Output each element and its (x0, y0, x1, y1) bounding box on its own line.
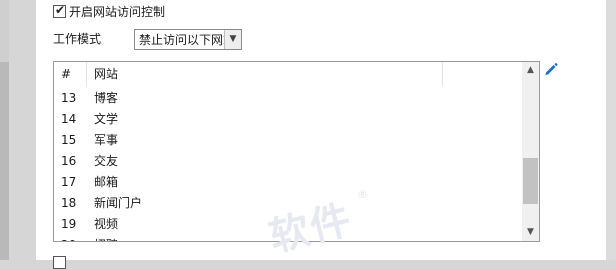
row-number: 16 (61, 154, 77, 168)
row-website: 交友 (94, 154, 119, 168)
arrow-down-icon[interactable]: ▼ (522, 224, 539, 241)
column-divider (86, 62, 87, 86)
arrow-up-icon[interactable]: ▲ (522, 62, 539, 79)
row-number: 13 (61, 91, 77, 105)
work-mode-label: 工作模式 (53, 32, 102, 46)
row-number: 17 (61, 175, 77, 189)
outer-scrollbar[interactable] (0, 0, 9, 260)
checkmark-icon: ✔ (55, 3, 66, 17)
column-header-number: # (61, 67, 72, 81)
column-divider (442, 62, 443, 86)
row-number: 20 (61, 237, 76, 241)
list-item[interactable]: 13 博客 (54, 88, 522, 109)
enable-access-control-label: 开启网站访问控制 (69, 5, 166, 19)
row-number: 15 (61, 133, 77, 147)
list-item[interactable]: 17 邮箱 (54, 172, 522, 193)
list-scrollbar[interactable]: ▲ ▼ (522, 62, 539, 241)
watermark-registered-mark: ® (357, 188, 368, 201)
row-website: 招聘 (94, 237, 118, 241)
window-edge (606, 0, 616, 260)
outer-scrollbar-thumb[interactable] (0, 62, 9, 260)
list-item[interactable]: 16 交友 (54, 151, 522, 172)
column-header-website: 网站 (94, 67, 119, 81)
row-website: 视频 (94, 217, 119, 231)
work-mode-selected-value: 禁止访问以下网站 (139, 33, 236, 47)
row-number: 14 (61, 112, 77, 126)
list-item[interactable]: 15 军事 (54, 130, 522, 151)
row-website: 博客 (94, 91, 119, 105)
list-scrollbar-thumb[interactable] (523, 158, 538, 204)
bottom-option-checkbox[interactable] (53, 256, 66, 269)
row-website: 新闻门户 (94, 196, 143, 210)
work-mode-select[interactable]: 禁止访问以下网站 ▼ (134, 29, 242, 50)
row-website: 军事 (94, 133, 119, 147)
chevron-down-icon[interactable]: ▼ (224, 30, 241, 49)
list-item[interactable]: 14 文学 (54, 109, 522, 130)
row-number: 18 (61, 196, 77, 210)
list-header: # 网站 (54, 62, 522, 86)
enable-access-control-checkbox[interactable]: ✔ (53, 3, 66, 18)
pencil-icon[interactable] (543, 61, 559, 77)
row-number: 19 (61, 217, 77, 231)
row-website: 文学 (94, 112, 119, 126)
row-website: 邮箱 (94, 175, 119, 189)
